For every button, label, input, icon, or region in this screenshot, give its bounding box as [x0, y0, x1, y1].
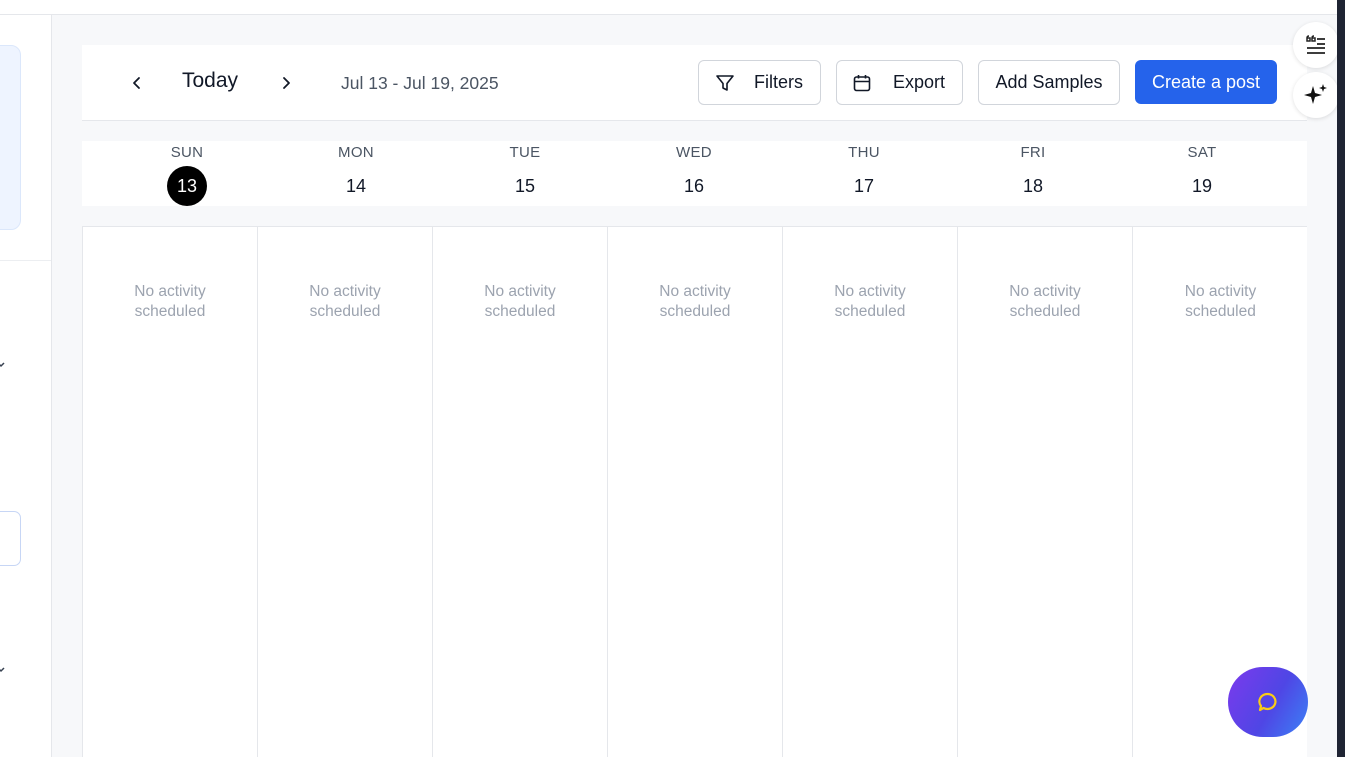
week-grid: No activity scheduled No activity schedu… — [82, 226, 1307, 757]
calendar-icon — [851, 72, 873, 94]
sidebar — [0, 15, 52, 757]
sidebar-divider — [0, 260, 51, 261]
day-column-mon[interactable]: No activity scheduled — [258, 227, 433, 757]
today-button[interactable]: Today — [182, 69, 238, 93]
calendar-toolbar: Today Jul 13 - Jul 19, 2025 Filters Expo… — [82, 45, 1307, 121]
filter-icon — [714, 72, 736, 94]
week-day-header: SUN 13 MON 14 TUE 15 WED 16 THU 17 FRI 1… — [82, 141, 1307, 206]
day-number[interactable]: 14 — [336, 166, 376, 206]
day-column-tue[interactable]: No activity scheduled — [433, 227, 608, 757]
next-week-button[interactable] — [274, 71, 298, 95]
sidebar-panel — [0, 45, 21, 230]
empty-state-text: No activity scheduled — [1009, 283, 1081, 320]
chevron-down-icon[interactable] — [0, 665, 6, 675]
day-column-thu[interactable]: No activity scheduled — [783, 227, 958, 757]
empty-state-text: No activity scheduled — [659, 283, 731, 320]
prev-week-button[interactable] — [125, 71, 149, 95]
day-column-sun[interactable]: No activity scheduled — [83, 227, 258, 757]
export-button[interactable]: Export — [836, 60, 963, 105]
create-post-button[interactable]: Create a post — [1135, 60, 1277, 104]
sparkle-icon — [1304, 84, 1327, 104]
chat-button[interactable] — [1228, 667, 1308, 737]
day-number-current[interactable]: 13 — [167, 166, 207, 206]
day-name: SAT — [1187, 144, 1217, 161]
day-number[interactable]: 19 — [1182, 166, 1222, 206]
day-number[interactable]: 15 — [505, 166, 545, 206]
empty-state-text: No activity scheduled — [484, 283, 556, 320]
empty-state-text: No activity scheduled — [1184, 283, 1257, 320]
export-label: Export — [893, 72, 946, 92]
chevron-left-icon — [133, 77, 140, 89]
day-column-fri[interactable]: No activity scheduled — [958, 227, 1133, 757]
day-name: THU — [848, 144, 880, 161]
top-strip — [0, 0, 1345, 15]
day-column-wed[interactable]: No activity scheduled — [608, 227, 783, 757]
day-name: SUN — [170, 144, 204, 161]
date-range-label: Jul 13 - Jul 19, 2025 — [341, 73, 499, 93]
day-name: TUE — [509, 144, 541, 161]
chat-bubble-icon — [1258, 692, 1277, 712]
quote-list-icon — [1306, 35, 1325, 54]
notes-button[interactable] — [1293, 22, 1339, 68]
empty-state-text: No activity scheduled — [834, 283, 906, 320]
chevron-right-icon — [283, 77, 290, 89]
chevron-down-icon[interactable] — [0, 360, 6, 370]
ai-assistant-button[interactable] — [1293, 72, 1339, 118]
add-samples-label: Add Samples — [995, 72, 1103, 92]
day-number[interactable]: 16 — [674, 166, 714, 206]
filters-label: Filters — [754, 72, 803, 92]
sidebar-collapsed-box[interactable] — [0, 511, 21, 566]
day-number[interactable]: 17 — [844, 166, 884, 206]
empty-state-text: No activity scheduled — [309, 283, 381, 320]
day-name: FRI — [1020, 144, 1046, 161]
window-edge — [1337, 0, 1345, 757]
add-samples-button[interactable]: Add Samples — [978, 60, 1120, 105]
empty-state-text: No activity scheduled — [134, 283, 206, 320]
day-number[interactable]: 18 — [1013, 166, 1053, 206]
filters-button[interactable]: Filters — [698, 60, 821, 105]
day-name: WED — [676, 144, 712, 161]
day-name: MON — [338, 144, 374, 161]
